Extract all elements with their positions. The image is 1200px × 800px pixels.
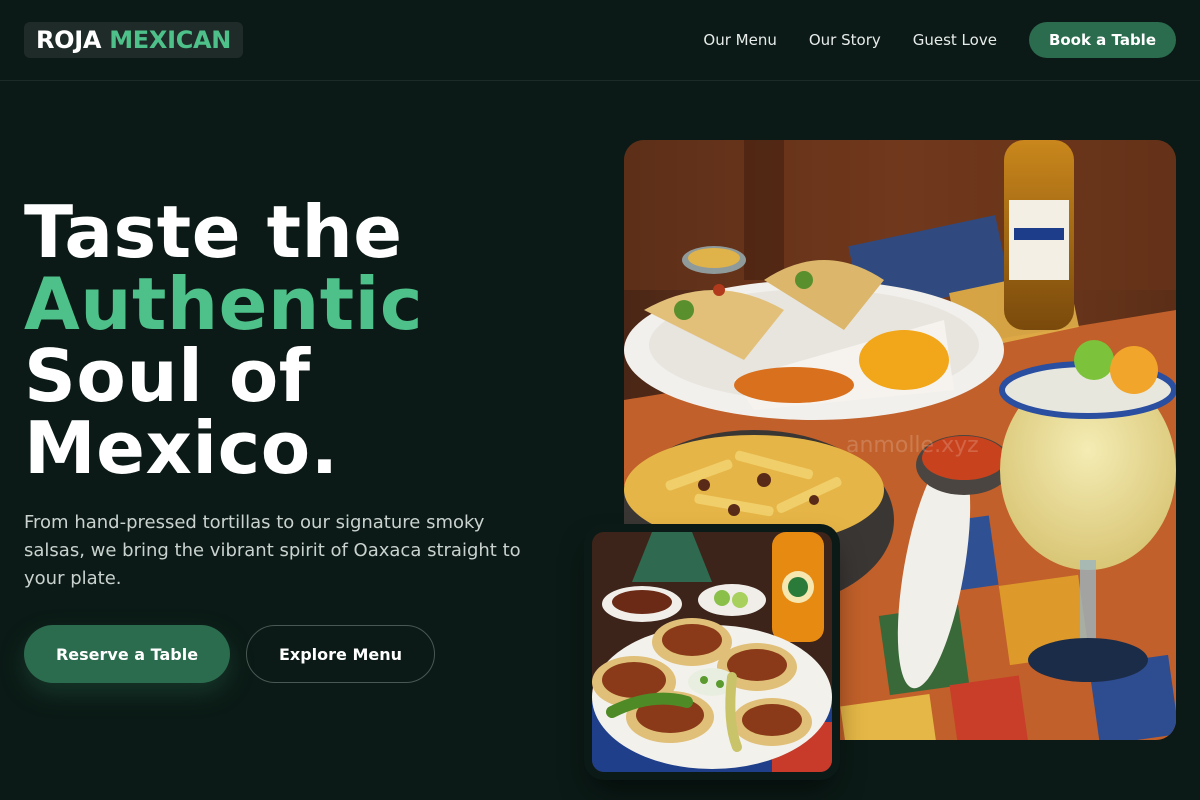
hero-title-line-1: Taste the [24, 190, 403, 274]
hero-title: Taste the Authentic Soul of Mexico. [24, 196, 584, 484]
reserve-table-button[interactable]: Reserve a Table [24, 625, 230, 683]
hero-title-line-2: Authentic [24, 262, 424, 346]
logo-text-accent: MEXICAN [109, 26, 232, 54]
logo[interactable]: ROJA MEXICAN [24, 22, 244, 58]
nav-link-our-story[interactable]: Our Story [809, 31, 881, 49]
explore-menu-button[interactable]: Explore Menu [246, 625, 435, 683]
site-header: ROJA MEXICAN Our Menu Our Story Guest Lo… [0, 0, 1200, 81]
hero-title-line-3: Soul of [24, 334, 311, 418]
nav-link-guest-love[interactable]: Guest Love [913, 31, 997, 49]
tacos-illustration [592, 532, 832, 772]
main-nav: Our Menu Our Story Guest Love Book a Tab… [703, 22, 1176, 58]
tacos-plate-photo [592, 532, 832, 772]
book-table-button[interactable]: Book a Table [1028, 22, 1176, 58]
nav-link-our-menu[interactable]: Our Menu [703, 31, 776, 49]
logo-text-primary: ROJA [36, 26, 102, 54]
hero-title-line-4: Mexico. [24, 406, 339, 490]
hero-subtitle: From hand-pressed tortillas to our signa… [24, 512, 521, 589]
svg-text:anmolle.xyz: anmolle.xyz [846, 433, 979, 458]
